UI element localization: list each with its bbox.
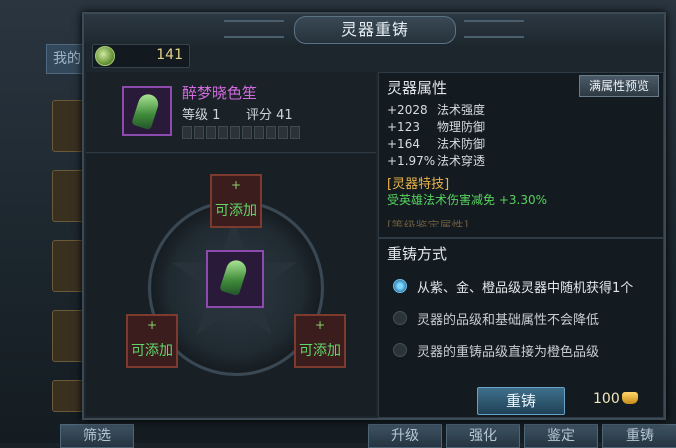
currency-display: 141 bbox=[92, 44, 190, 68]
sheng-instrument-icon bbox=[219, 257, 249, 297]
recast-option-label: 灵器的重铸品级直接为橙色品级 bbox=[417, 345, 600, 360]
gold-ingot-icon bbox=[621, 392, 638, 404]
attribute-list: +2028 法术强度 +123 物理防御 +164 法术防御 +1.97% 法术穿透 bbox=[387, 101, 485, 169]
attribute-name: 物理防御 bbox=[437, 120, 486, 134]
attribute-value: +2028 bbox=[387, 103, 428, 117]
recast-button[interactable]: 重铸 bbox=[477, 387, 565, 415]
material-slot-left[interactable]: + 可添加 bbox=[126, 314, 178, 368]
star-empty-icon bbox=[278, 126, 288, 139]
currency-value: 141 bbox=[156, 47, 183, 63]
recast-option-label: 从紫、金、橙品级灵器中随机获得1个 bbox=[417, 281, 634, 296]
recast-dialog: 灵器重铸 141 醉梦晓色笙 等级 1 评分 41 + 可添加 + 可添加 + … bbox=[82, 12, 666, 420]
filter-button[interactable]: 筛选 bbox=[60, 424, 134, 448]
item-icon-slot[interactable] bbox=[122, 86, 172, 136]
upgrade-tab-button[interactable]: 升级 bbox=[368, 424, 442, 448]
sheng-instrument-icon bbox=[131, 91, 161, 131]
recast-cost: 100 bbox=[593, 391, 638, 407]
star-empty-icon bbox=[266, 126, 276, 139]
title-bar: 灵器重铸 bbox=[84, 14, 664, 44]
plus-icon: + bbox=[314, 318, 326, 332]
plus-icon: + bbox=[230, 178, 242, 192]
recast-option-orange[interactable]: 灵器的重铸品级直接为橙色品级 bbox=[393, 341, 599, 361]
recast-method-panel: 重铸方式 从紫、金、橙品级灵器中随机获得1个 灵器的品级和基础属性不会降低 灵器… bbox=[378, 238, 664, 418]
dialog-title: 灵器重铸 bbox=[294, 16, 456, 44]
material-slot-right[interactable]: + 可添加 bbox=[294, 314, 346, 368]
target-item-slot[interactable] bbox=[206, 250, 264, 308]
star-empty-icon bbox=[254, 126, 264, 139]
star-empty-icon bbox=[194, 126, 204, 139]
recast-method-title: 重铸方式 bbox=[387, 245, 448, 263]
recast-cost-value: 100 bbox=[593, 391, 620, 407]
material-slot-top[interactable]: + 可添加 bbox=[210, 174, 262, 228]
item-header: 醉梦晓色笙 等级 1 评分 41 bbox=[86, 72, 376, 153]
recast-tab-button[interactable]: 重铸 bbox=[602, 424, 676, 448]
title-ornament-right bbox=[464, 20, 524, 38]
attribute-row: +123 物理防御 bbox=[387, 118, 485, 135]
slot-add-label: 可添加 bbox=[299, 343, 341, 359]
recast-option-random[interactable]: 从紫、金、橙品级灵器中随机获得1个 bbox=[393, 277, 633, 297]
appraise-tab-button[interactable]: 鉴定 bbox=[524, 424, 598, 448]
star-empty-icon bbox=[182, 126, 192, 139]
title-ornament-left bbox=[224, 20, 284, 38]
star-empty-icon bbox=[290, 126, 300, 139]
star-rating bbox=[182, 124, 302, 139]
item-name: 醉梦晓色笙 bbox=[182, 84, 258, 102]
slot-add-label: 可添加 bbox=[215, 203, 257, 219]
star-empty-icon bbox=[242, 126, 252, 139]
recast-option-keep-grade[interactable]: 灵器的品级和基础属性不会降低 bbox=[393, 309, 599, 329]
attribute-row: +164 法术防御 bbox=[387, 135, 485, 152]
attribute-value: +164 bbox=[387, 137, 420, 151]
radio-unselected-icon[interactable] bbox=[393, 343, 407, 357]
jade-coin-icon bbox=[95, 46, 115, 66]
attribute-row: +2028 法术强度 bbox=[387, 101, 485, 118]
attributes-title: 灵器属性 bbox=[387, 79, 448, 97]
appraisal-attributes-heading: [等级鉴定属性] bbox=[387, 219, 469, 227]
slot-add-label: 可添加 bbox=[131, 343, 173, 359]
star-empty-icon bbox=[206, 126, 216, 139]
attribute-value: +1.97% bbox=[387, 154, 436, 168]
attribute-name: 法术防御 bbox=[437, 137, 486, 151]
item-level: 等级 1 bbox=[182, 108, 221, 123]
forge-area: + 可添加 + 可添加 + 可添加 bbox=[86, 154, 376, 416]
radio-selected-icon[interactable] bbox=[393, 279, 407, 293]
star-empty-icon bbox=[230, 126, 240, 139]
radio-unselected-icon[interactable] bbox=[393, 311, 407, 325]
attribute-row: +1.97% 法术穿透 bbox=[387, 152, 485, 169]
attribute-name: 法术穿透 bbox=[437, 154, 486, 168]
attributes-panel: 灵器属性 满属性预览 +2028 法术强度 +123 物理防御 +164 法术防御 +… bbox=[378, 72, 664, 238]
star-empty-icon bbox=[218, 126, 228, 139]
enhance-tab-button[interactable]: 强化 bbox=[446, 424, 520, 448]
full-attributes-preview-button[interactable]: 满属性预览 bbox=[579, 75, 659, 97]
special-skill-title: [灵器特技] bbox=[387, 177, 450, 192]
attribute-name: 法术强度 bbox=[437, 103, 486, 117]
attribute-value: +123 bbox=[387, 120, 420, 134]
recast-option-label: 灵器的品级和基础属性不会降低 bbox=[417, 313, 600, 328]
item-score: 评分 41 bbox=[246, 108, 293, 123]
special-skill-text: 受英雄法术伤害减免 +3.30% bbox=[387, 193, 547, 207]
plus-icon: + bbox=[146, 318, 158, 332]
